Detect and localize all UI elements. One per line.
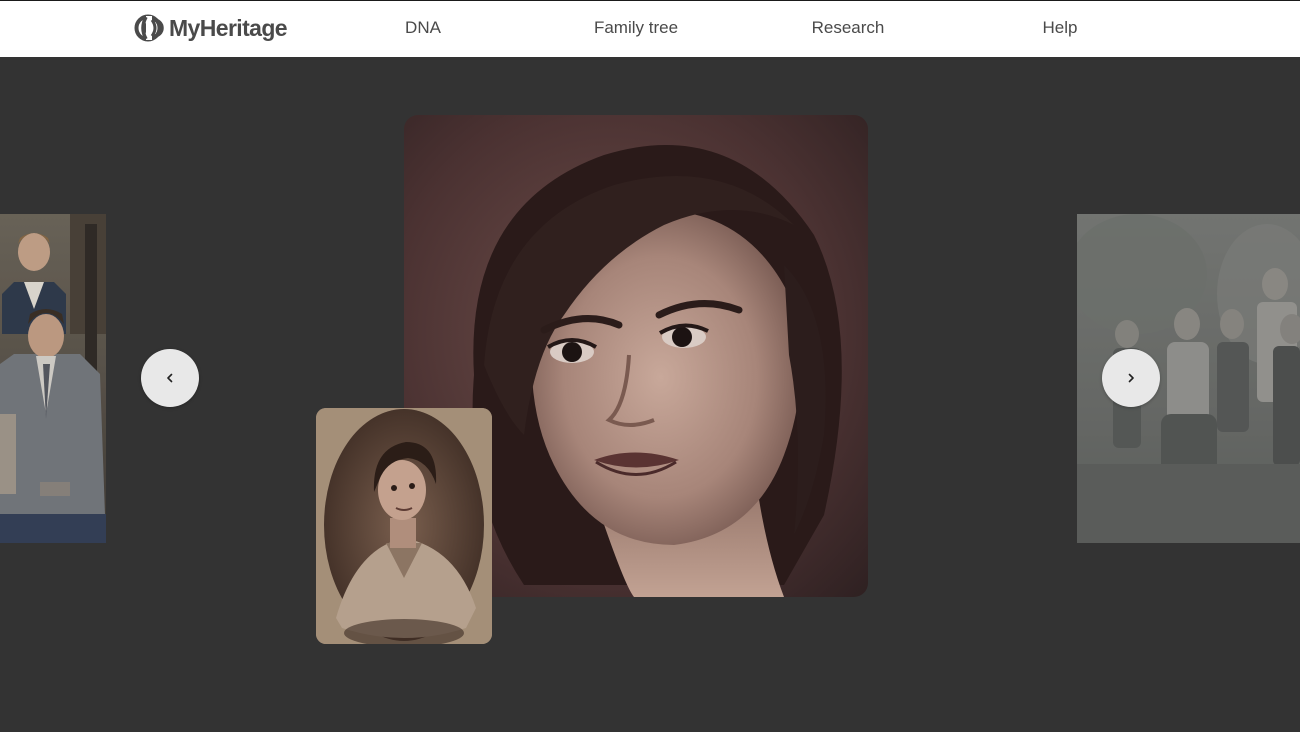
previous-photo-button[interactable]	[141, 349, 199, 407]
original-photo-thumbnail[interactable]	[316, 408, 492, 644]
chevron-right-icon	[1128, 373, 1134, 383]
original-woman-portrait-image	[316, 408, 492, 644]
chevron-left-icon	[167, 373, 173, 383]
myheritage-logo[interactable]: MyHeritage	[134, 13, 288, 43]
next-photo-button[interactable]	[1102, 349, 1160, 407]
nav-link-dna[interactable]: DNA	[405, 18, 441, 38]
nav-link-family-tree[interactable]: Family tree	[594, 18, 678, 38]
previous-photo-preview[interactable]	[0, 214, 106, 543]
logo-wordmark: MyHeritage	[169, 14, 288, 41]
nav-link-research[interactable]: Research	[812, 18, 885, 38]
nav-link-help[interactable]: Help	[1043, 18, 1078, 38]
myheritage-logo-icon	[134, 14, 164, 42]
photo-carousel	[0, 57, 1300, 732]
site-header: MyHeritage DNA Family tree Research Help	[0, 0, 1300, 57]
two-men-portrait-image	[0, 214, 106, 543]
